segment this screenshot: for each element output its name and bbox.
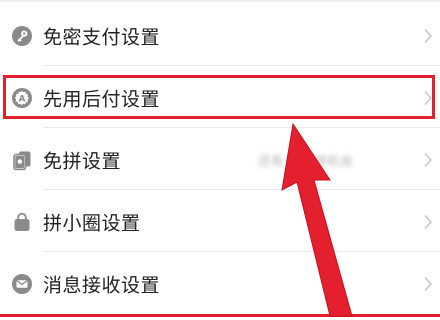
mail-icon (11, 273, 33, 295)
settings-item-password-free-payment[interactable]: 免密支付设置 (0, 6, 440, 66)
group-free-count-text: 还有 次免拼机会 (258, 154, 354, 170)
chevron-right-icon (423, 276, 433, 292)
settings-item-label: 免拼设置 (43, 150, 122, 173)
chevron-right-icon (423, 152, 433, 168)
chevron-right-icon (423, 90, 433, 106)
cards-icon (11, 149, 33, 171)
settings-item-label: 消息接收设置 (43, 274, 161, 297)
settings-item-pay-later[interactable]: A 先用后付设置 (0, 68, 440, 128)
divider (43, 251, 440, 252)
settings-item-label: 拼小圈设置 (43, 212, 141, 235)
settings-item-group-free[interactable]: 免拼设置 还有 次免拼机会 (0, 130, 440, 190)
chevron-right-icon (423, 28, 433, 44)
highlight-line (0, 314, 440, 317)
divider (43, 127, 440, 128)
settings-item-label: 先用后付设置 (43, 88, 161, 111)
key-icon (11, 25, 33, 47)
settings-item-circle[interactable]: 拼小圈设置 (0, 192, 440, 252)
bag-icon (11, 211, 33, 233)
svg-text:A: A (19, 94, 26, 104)
chevron-right-icon (423, 214, 433, 230)
divider (43, 189, 440, 190)
divider (43, 65, 440, 66)
top-divider (0, 0, 440, 2)
settings-item-label: 免密支付设置 (43, 26, 161, 49)
settings-item-notifications[interactable]: 消息接收设置 (0, 254, 440, 314)
pay-later-icon: A (11, 87, 33, 109)
